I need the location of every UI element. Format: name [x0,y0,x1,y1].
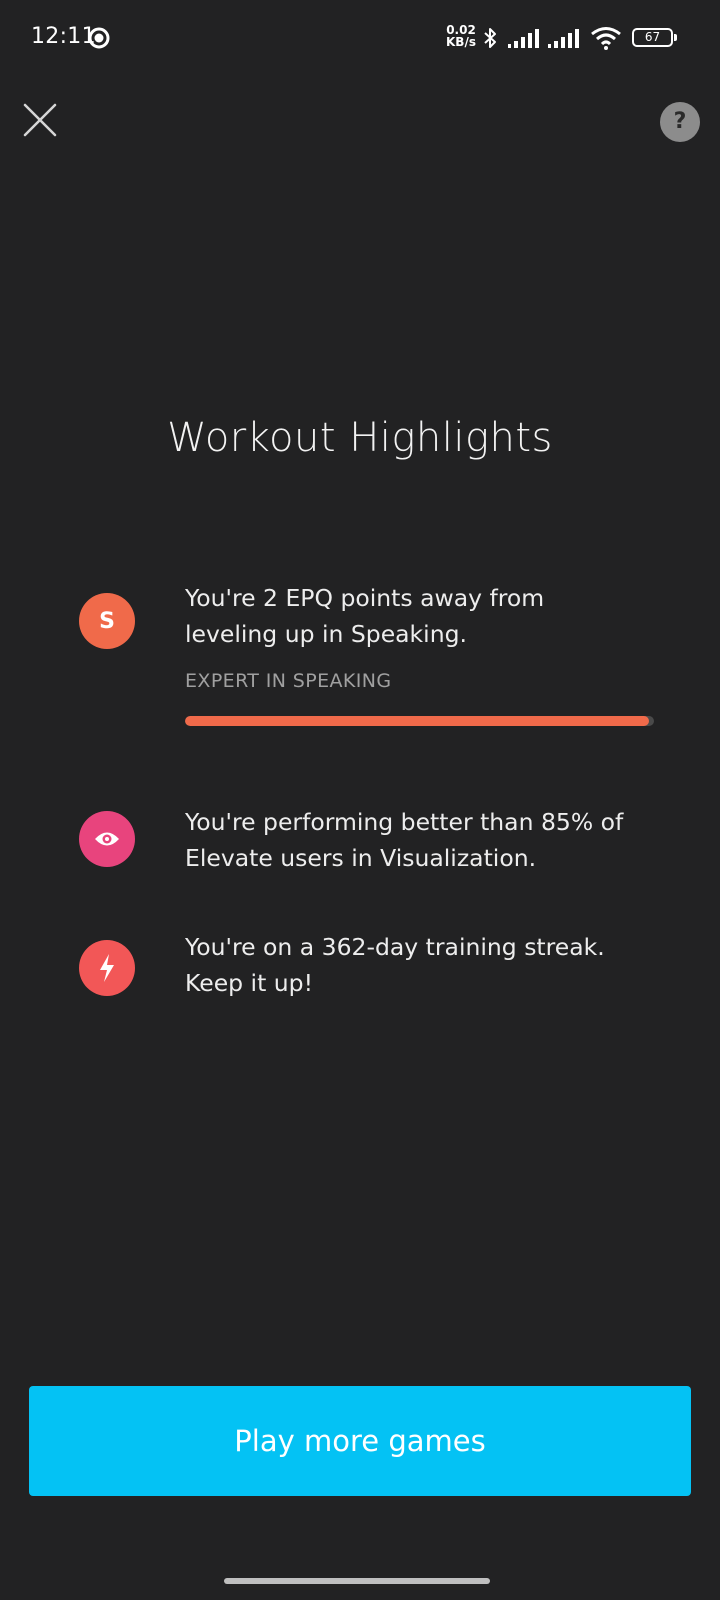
status-time: 12:11 [31,24,96,49]
record-icon [88,27,110,49]
highlight-text: You're 2 EPQ points away from leveling u… [185,580,655,652]
skill-progress-bar [185,716,654,726]
highlight-line: You're on a 362-day training streak. [185,933,605,961]
skill-progress-fill [185,716,650,726]
highlight-text: You're on a 362-day training streak. Kee… [185,929,655,1001]
highlight-text: You're performing better than 85% of Ele… [185,804,655,876]
lightning-glyph [100,954,114,982]
close-icon[interactable] [22,102,58,138]
wifi-icon [591,27,621,50]
help-icon[interactable]: ? [660,102,700,142]
page-title: Workout Highlights [167,415,553,461]
eye-icon [79,811,135,867]
signal-icon [508,29,539,48]
lightning-icon [79,940,135,996]
speaking-badge-icon: S [79,593,135,649]
eye-glyph [95,832,119,846]
battery-level: 67 [644,30,661,44]
status-bar: 12:11 0.02 KB/s 67 [0,0,720,76]
highlight-line: leveling up in Speaking. [185,620,467,648]
highlight-line: You're 2 EPQ points away from [185,584,545,612]
badge-letter: S [99,608,115,634]
home-indicator[interactable] [224,1578,490,1584]
skill-level-label: EXPERT IN SPEAKING [185,670,392,692]
highlight-line: Elevate users in Visualization. [185,844,537,872]
bluetooth-icon [484,28,496,48]
network-speed: 0.02 KB/s [444,24,478,48]
signal-icon [548,29,579,48]
highlight-line: Keep it up! [185,969,313,997]
play-more-games-button[interactable]: Play more games [29,1386,691,1496]
highlight-line: You're performing better than 85% of [185,808,624,836]
network-speed-unit: KB/s [446,35,476,49]
battery-icon: 67 [632,28,677,47]
